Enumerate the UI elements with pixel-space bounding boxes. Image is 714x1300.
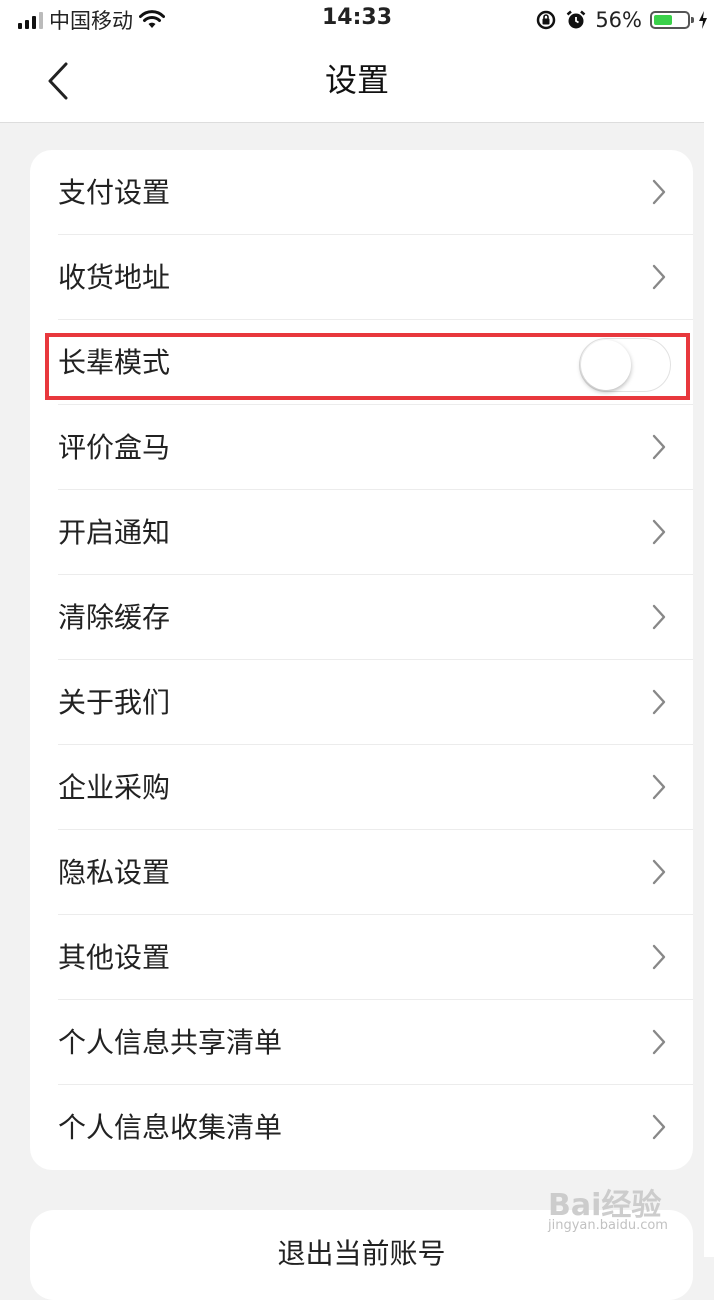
chevron-right-icon xyxy=(652,859,666,885)
chevron-right-icon xyxy=(652,774,666,800)
settings-row-label: 长辈模式 xyxy=(58,346,171,379)
chevron-right-icon xyxy=(652,519,666,545)
chevron-right-icon xyxy=(652,604,666,630)
toggle-knob xyxy=(581,340,631,390)
settings-row[interactable]: 个人信息收集清单 xyxy=(30,1085,693,1170)
chevron-right-icon xyxy=(652,1029,666,1055)
settings-row[interactable]: 企业采购 xyxy=(30,745,693,830)
battery-icon xyxy=(650,11,694,29)
battery-percent: 56% xyxy=(595,8,642,32)
elder-mode-toggle[interactable] xyxy=(579,338,671,392)
settings-row-label: 开启通知 xyxy=(58,516,171,549)
settings-row[interactable]: 支付设置 xyxy=(30,150,693,235)
settings-row[interactable]: 隐私设置 xyxy=(30,830,693,915)
orientation-lock-icon xyxy=(537,10,556,30)
chevron-right-icon xyxy=(652,179,666,205)
charging-icon xyxy=(699,11,707,29)
settings-row[interactable]: 个人信息共享清单 xyxy=(30,1000,693,1085)
settings-row[interactable]: 收货地址 xyxy=(30,235,693,320)
right-edge-strip xyxy=(704,40,714,1257)
chevron-right-icon xyxy=(652,1114,666,1140)
settings-row[interactable]: 评价盒马 xyxy=(30,405,693,490)
watermark-url: jingyan.baidu.com xyxy=(548,1218,668,1233)
settings-row-label: 其他设置 xyxy=(58,941,171,974)
settings-row-label: 支付设置 xyxy=(58,176,171,209)
settings-row-label: 个人信息收集清单 xyxy=(58,1111,283,1144)
settings-row-label: 评价盒马 xyxy=(58,431,171,464)
status-bar: 中国移动 14:33 56% xyxy=(0,0,714,40)
nav-bar: 设置 xyxy=(0,40,704,123)
settings-row[interactable]: 其他设置 xyxy=(30,915,693,1000)
settings-row-label: 清除缓存 xyxy=(58,601,171,634)
page-title: 设置 xyxy=(324,61,389,99)
baidu-jingyan-watermark: Bai经验 jingyan.baidu.com xyxy=(548,1180,678,1240)
settings-row-label: 企业采购 xyxy=(58,771,171,804)
settings-row[interactable]: 关于我们 xyxy=(30,660,693,745)
settings-list: 支付设置收货地址长辈模式评价盒马开启通知清除缓存关于我们企业采购隐私设置其他设置… xyxy=(30,150,693,1170)
settings-row[interactable]: 开启通知 xyxy=(30,490,693,575)
alarm-icon xyxy=(566,10,586,29)
settings-row[interactable]: 长辈模式 xyxy=(30,320,693,405)
status-right: 56% xyxy=(535,6,708,34)
settings-row-label: 收货地址 xyxy=(58,261,171,294)
chevron-right-icon xyxy=(652,434,666,460)
settings-row-label: 关于我们 xyxy=(58,686,171,719)
settings-row[interactable]: 清除缓存 xyxy=(30,575,693,660)
chevron-right-icon xyxy=(652,944,666,970)
settings-row-label: 个人信息共享清单 xyxy=(58,1026,283,1059)
chevron-right-icon xyxy=(652,689,666,715)
chevron-right-icon xyxy=(652,264,666,290)
settings-row-label: 隐私设置 xyxy=(58,856,171,889)
